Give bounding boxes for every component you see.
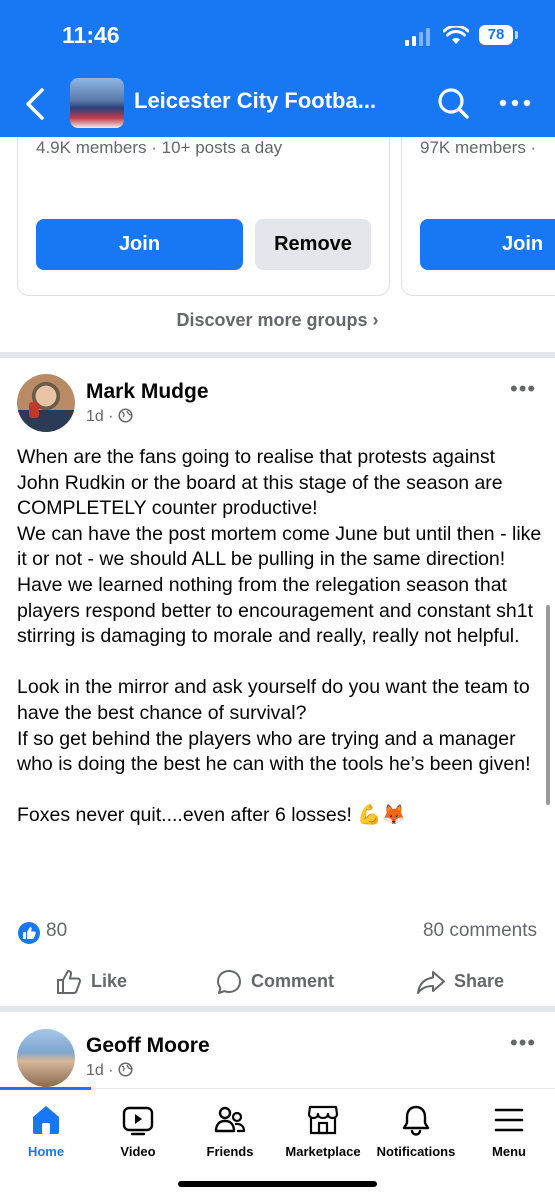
tab-video[interactable]: Video — [92, 1099, 184, 1159]
comment-label: Comment — [251, 971, 335, 991]
avatar[interactable] — [17, 374, 75, 432]
post: Geoff Moore 1d · ••• — [0, 1012, 555, 1088]
signal-icon — [405, 28, 430, 46]
tab-friends[interactable]: Friends — [184, 1099, 276, 1159]
tab-home[interactable]: Home — [0, 1099, 92, 1159]
globe-icon — [118, 1062, 133, 1077]
friends-icon — [214, 1106, 246, 1133]
battery-nub — [515, 31, 518, 39]
more-horizontal-icon[interactable] — [498, 93, 532, 113]
post-time: 1d · — [86, 408, 119, 425]
tab-notifications[interactable]: Notifications — [370, 1099, 462, 1159]
group-meta: 4.9K members · 10+ posts a day — [36, 138, 283, 157]
like-reaction-icon — [18, 922, 40, 944]
thumbs-up-icon — [57, 970, 82, 995]
post: Mark Mudge 1d · ••• When are the fans go… — [0, 358, 555, 1006]
active-tab-indicator — [0, 1087, 91, 1090]
post-meta: 1d · — [86, 408, 133, 426]
menu-icon — [494, 1108, 524, 1132]
suggested-groups: 4.9K members · 10+ posts a day Join Remo… — [0, 137, 555, 352]
post-options-icon[interactable]: ••• — [510, 1030, 536, 1056]
marketplace-icon — [307, 1105, 339, 1135]
back-arrow-icon[interactable] — [20, 86, 50, 122]
group-meta: 97K members · — [420, 138, 537, 157]
bell-icon — [402, 1105, 430, 1136]
group-title[interactable]: Leicester City Footba... — [134, 88, 376, 114]
post-body: When are the fans going to realise that … — [17, 446, 542, 827]
avatar[interactable] — [17, 1029, 75, 1087]
discover-more-groups-link[interactable]: Discover more groups › — [0, 310, 555, 331]
globe-icon — [118, 408, 133, 423]
post-meta: 1d · — [86, 1062, 133, 1080]
home-icon — [33, 1106, 59, 1134]
tab-menu[interactable]: Menu — [463, 1099, 555, 1159]
group-suggestion-card: 97K members · Join — [401, 137, 555, 296]
tab-label: Home — [27, 1144, 65, 1159]
remove-button[interactable]: Remove — [255, 219, 371, 270]
tab-label: Menu — [492, 1144, 526, 1159]
comment-bubble-icon — [217, 970, 241, 995]
post-author[interactable]: Geoff Moore — [86, 1034, 210, 1058]
scrollbar[interactable] — [546, 605, 550, 805]
tab-label: Video — [120, 1144, 156, 1159]
tab-label: Notifications — [376, 1144, 456, 1159]
tab-label: Marketplace — [285, 1144, 361, 1159]
wifi-icon — [443, 26, 469, 44]
share-button[interactable]: Share — [416, 966, 504, 996]
reaction-summary[interactable]: 80 — [18, 920, 67, 944]
like-button[interactable]: Like — [55, 966, 127, 996]
tab-label: Friends — [206, 1144, 254, 1159]
avatar-photo-icon — [17, 402, 75, 432]
join-button[interactable]: Join — [36, 219, 243, 270]
group-suggestion-card: 4.9K members · 10+ posts a day Join Remo… — [17, 137, 390, 296]
share-label: Share — [454, 971, 505, 991]
group-cover-thumbnail[interactable] — [70, 78, 124, 128]
post-options-icon[interactable]: ••• — [510, 376, 536, 402]
status-time: 11:46 — [62, 22, 120, 48]
top-bar: 11:46 78 Leicester City Footba... — [0, 0, 555, 137]
comment-button[interactable]: Comment — [215, 966, 334, 996]
join-button[interactable]: Join — [420, 219, 555, 270]
home-indicator — [178, 1181, 377, 1187]
post-time: 1d · — [86, 1062, 119, 1079]
like-label: Like — [91, 971, 128, 991]
video-icon — [122, 1106, 154, 1136]
tab-marketplace[interactable]: Marketplace — [277, 1099, 369, 1159]
comments-count[interactable]: 80 comments — [423, 920, 537, 942]
post-author[interactable]: Mark Mudge — [86, 380, 209, 404]
reaction-count: 80 — [46, 920, 68, 941]
share-arrow-icon — [417, 971, 445, 995]
search-icon[interactable] — [436, 86, 470, 120]
battery-level: 78 — [479, 25, 513, 45]
